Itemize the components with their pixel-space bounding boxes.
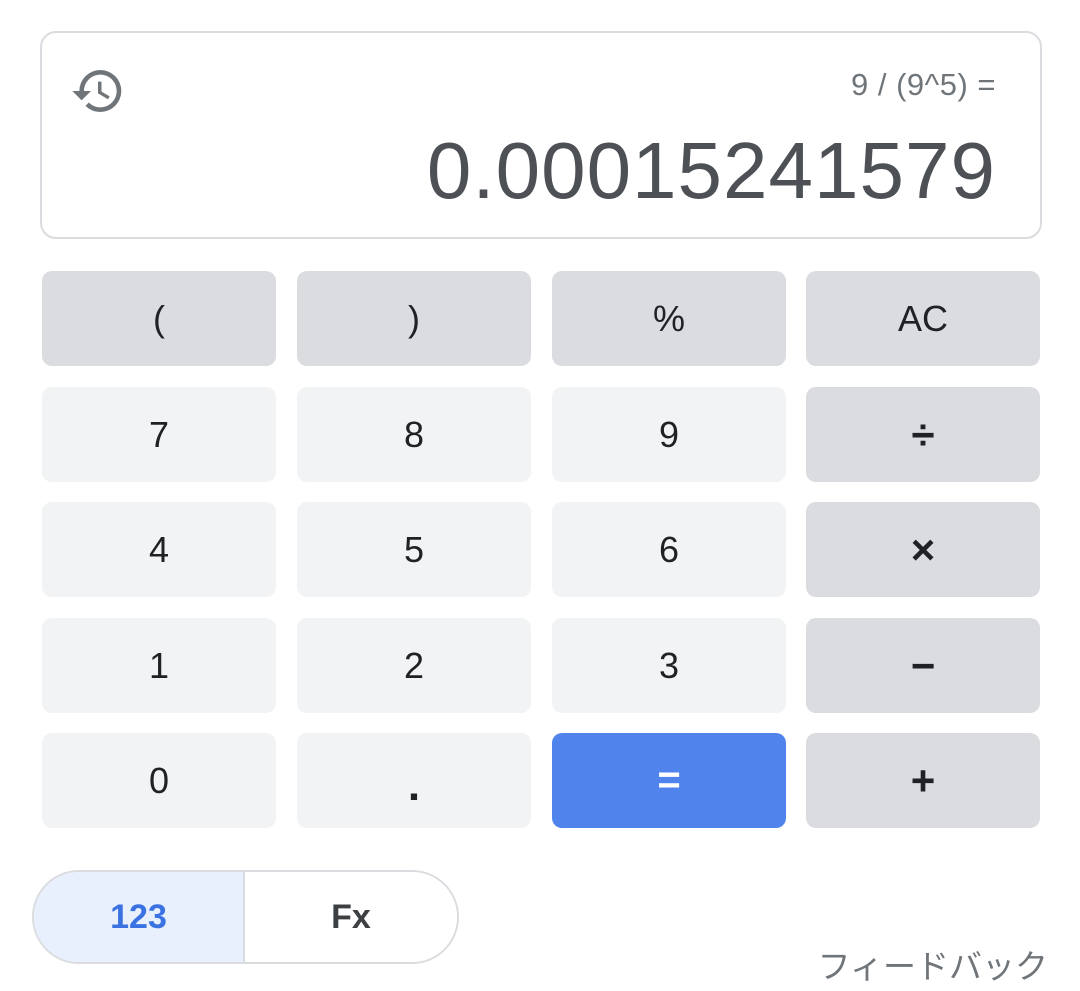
equals-button[interactable]: = [552, 733, 786, 828]
expression-text: 9 / (9^5) = [851, 67, 996, 102]
digit-8-button[interactable]: 8 [297, 387, 531, 482]
keypad: ( ) % AC 7 8 9 ÷ 4 5 6 × 1 2 3 − 0 . = + [42, 271, 1040, 828]
digit-4-button[interactable]: 4 [42, 502, 276, 597]
all-clear-button[interactable]: AC [806, 271, 1040, 366]
digit-0-button[interactable]: 0 [42, 733, 276, 828]
mode-toggle: 123 Fx [32, 870, 459, 964]
feedback-link[interactable]: フィードバック [818, 940, 1048, 988]
percent-button[interactable]: % [552, 271, 786, 366]
plus-button[interactable]: + [806, 733, 1040, 828]
close-paren-button[interactable]: ) [297, 271, 531, 366]
minus-button[interactable]: − [806, 618, 1040, 713]
digit-7-button[interactable]: 7 [42, 387, 276, 482]
functions-mode-tab[interactable]: Fx [245, 872, 457, 962]
result-text: 0.00015241579 [426, 126, 996, 215]
digit-5-button[interactable]: 5 [297, 502, 531, 597]
decimal-button[interactable]: . [297, 733, 531, 828]
digit-6-button[interactable]: 6 [552, 502, 786, 597]
divide-button[interactable]: ÷ [806, 387, 1040, 482]
basic-mode-tab[interactable]: 123 [34, 872, 245, 962]
digit-2-button[interactable]: 2 [297, 618, 531, 713]
digit-1-button[interactable]: 1 [42, 618, 276, 713]
digit-3-button[interactable]: 3 [552, 618, 786, 713]
digit-9-button[interactable]: 9 [552, 387, 786, 482]
history-icon[interactable] [70, 63, 126, 119]
open-paren-button[interactable]: ( [42, 271, 276, 366]
multiply-button[interactable]: × [806, 502, 1040, 597]
calculator-display: 9 / (9^5) = 0.00015241579 [40, 31, 1042, 239]
